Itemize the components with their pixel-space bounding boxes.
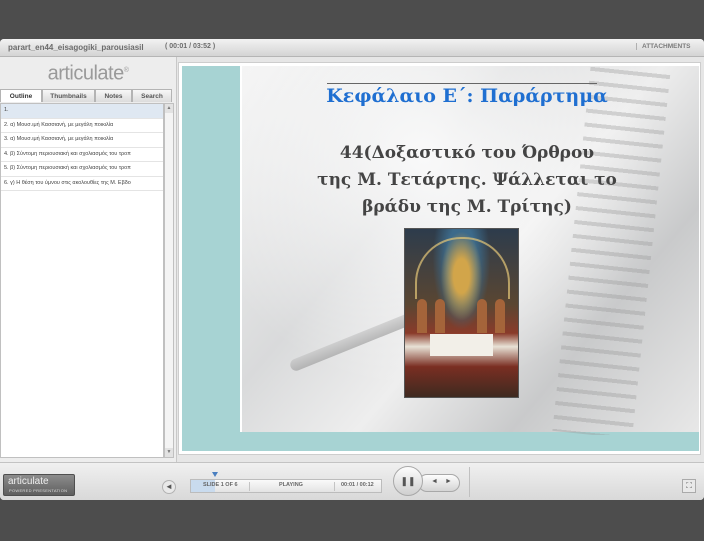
controls-divider xyxy=(469,467,470,497)
slide-body-line: βράδυ της Μ. Τρίτης) xyxy=(362,197,572,217)
outline-list: 1. 2. α) Μουσ.ιμή Κασσιανή, με μεγάλη πο… xyxy=(0,103,164,458)
outline-item[interactable]: 4. β) Σύντομη περιουσιακή και σχολιασμός… xyxy=(1,148,163,162)
icon-figure xyxy=(435,299,445,333)
progress-bar[interactable]: SLIDE 1 OF 6 PLAYING 00:01 / 00:12 xyxy=(190,472,382,493)
volume-icon[interactable]: ◄ xyxy=(162,480,176,494)
slide-bottom-strip xyxy=(182,435,699,451)
slide-canvas: Κεφάλαιο Ε΄: Παράρτημα 44(Δοξαστικό του … xyxy=(182,66,699,451)
icon-figure xyxy=(477,299,487,333)
total-duration: ( 00:01 / 03:52 ) xyxy=(165,43,216,50)
progress-divider xyxy=(249,482,250,491)
sidebar: articulate® Outline Thumbnails Notes Sea… xyxy=(0,57,177,462)
notebook-spiral xyxy=(552,66,672,440)
slide-heading: Κεφάλαιο Ε΄: Παράρτημα xyxy=(326,85,608,107)
slide-time: 00:01 / 00:12 xyxy=(341,482,374,488)
player-window: parart_en44_eisagogiki_parousiasil ( 00:… xyxy=(0,39,704,500)
sidebar-tabs: Outline Thumbnails Notes Search xyxy=(0,89,176,103)
fullscreen-icon[interactable]: ⛶ xyxy=(682,479,696,493)
badge-logo-text: articulate xyxy=(8,476,49,487)
heading-rule xyxy=(327,83,597,84)
outline-scrollbar[interactable]: ▲ ▼ xyxy=(164,103,174,458)
outline-item[interactable]: 6. γ) Η θέση του ύμνου στις ακολουθίες τ… xyxy=(1,177,163,191)
outline-item[interactable]: 1. xyxy=(1,104,163,119)
logo-text: articulate xyxy=(47,62,125,85)
slide-stage: Κεφάλαιο Ε΄: Παράρτημα 44(Δοξαστικό του … xyxy=(178,62,701,455)
articulate-logo: articulate® xyxy=(47,62,129,85)
outline-item[interactable]: 5. β) Σύντομη περιουσιακή και σχολιασμός… xyxy=(1,162,163,177)
pause-button[interactable]: ❚❚ xyxy=(393,466,423,496)
apse-arch xyxy=(415,237,510,299)
playback-status: PLAYING xyxy=(279,482,303,488)
tab-notes[interactable]: Notes xyxy=(95,89,132,102)
outline-item[interactable]: 2. α) Μουσ.ιμή Κασσιανή, με μεγάλη ποικι… xyxy=(1,119,163,133)
articulate-badge[interactable]: articulate POWERED PRESENTATION xyxy=(3,474,75,496)
presentation-title: parart_en44_eisagogiki_parousiasil xyxy=(8,43,144,52)
progress-divider xyxy=(334,482,335,491)
tab-thumbnails[interactable]: Thumbnails xyxy=(42,89,95,102)
slide-counter: SLIDE 1 OF 6 xyxy=(203,482,238,488)
slide-body: 44(Δοξαστικό του Όρθρου της Μ. Τετάρτης.… xyxy=(282,140,652,221)
previous-slide-icon[interactable]: ◄ xyxy=(431,478,438,485)
title-bar: parart_en44_eisagogiki_parousiasil ( 00:… xyxy=(0,39,704,57)
attachments-button[interactable]: ATTACHMENTS xyxy=(636,43,691,50)
slide-navigation: ◄ ► xyxy=(418,474,460,492)
icon-figure xyxy=(495,299,505,333)
icon-figure xyxy=(417,299,427,333)
next-slide-icon[interactable]: ► xyxy=(445,478,452,485)
scroll-up-icon[interactable]: ▲ xyxy=(165,104,173,113)
playhead-marker[interactable] xyxy=(211,472,218,477)
playback-bar: articulate POWERED PRESENTATION ◄ SLIDE … xyxy=(0,462,704,500)
tab-outline[interactable]: Outline xyxy=(0,89,42,102)
tab-search[interactable]: Search xyxy=(132,89,172,102)
scroll-down-icon[interactable]: ▼ xyxy=(165,448,173,457)
slide-body-line: 44(Δοξαστικό του Όρθρου xyxy=(339,143,595,163)
church-interior-image xyxy=(404,228,519,398)
outline-item[interactable]: 3. α) Μουσ.ιμή Κασσιανή, με μεγάλη ποικι… xyxy=(1,133,163,148)
badge-tagline: POWERED PRESENTATION xyxy=(9,488,68,493)
slide-body-line: της Μ. Τετάρτης. Ψάλλεται το xyxy=(317,170,617,190)
altar-table xyxy=(430,334,493,356)
